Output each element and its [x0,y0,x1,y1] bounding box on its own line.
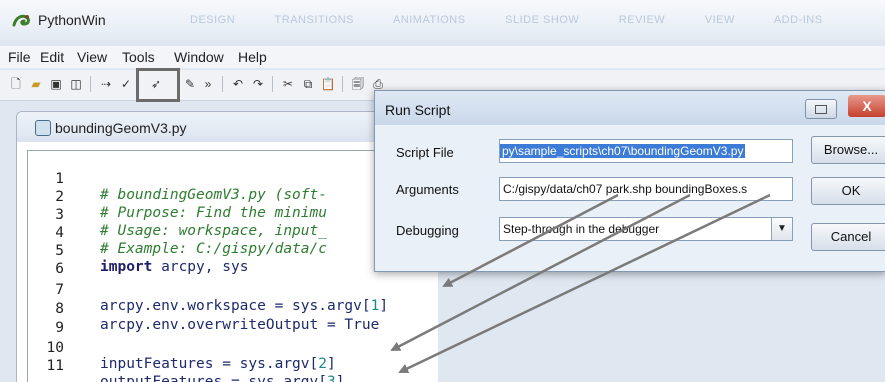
menu-tools[interactable]: Tools [122,49,155,65]
code-line: 11 outputFeatures = sys.argv[3] [28,342,438,382]
cut-icon[interactable]: ✂ [280,76,296,92]
print-preview-icon[interactable]: 🗐 [350,76,366,92]
ribbon-tabs-background: DESIGN TRANSITIONS ANIMATIONS SLIDE SHOW… [190,14,859,26]
arguments-value: C:/gispy/data/ch07 park.shp boundingBoxe… [503,182,748,196]
script-file-value: py\sample_scripts\ch07\boundingGeomV3.py [500,144,746,158]
ribbon-tab: ANIMATIONS [392,14,466,26]
dialog-title-bar: Run Script X [375,91,885,125]
ribbon-tab: REVIEW [618,14,666,26]
toolbar-separator [342,76,343,92]
chevron-down-icon[interactable]: ▼ [771,218,792,240]
arguments-input[interactable]: C:/gispy/data/ch07 park.shp boundingBoxe… [499,177,793,201]
title-bar: PythonWin DESIGN TRANSITIONS ANIMATIONS … [0,0,885,40]
line-number: 11 [46,358,64,374]
undo-icon[interactable]: ↶ [230,76,246,92]
toolbar-separator [272,76,273,92]
ribbon-tab: SLIDE SHOW [505,14,580,26]
code-text: ] [335,374,345,382]
script-file-input[interactable]: py\sample_scripts\ch07\boundingGeomV3.py [499,139,793,163]
ribbon-tab: TRANSITIONS [274,14,354,26]
browse-button[interactable]: Browse... [811,136,885,164]
dialog-title: Run Script [385,102,451,118]
menu-help[interactable]: Help [238,49,267,65]
step-icon[interactable]: » [200,76,216,92]
app-title: PythonWin [38,12,106,28]
save-icon[interactable]: ▣ [48,76,64,92]
run-button-highlight [136,68,180,102]
arguments-label: Arguments [396,182,459,197]
editor-filename: boundingGeomV3.py [55,120,187,136]
code-line: 9 [28,304,438,336]
copy-icon[interactable]: ⧉ [300,76,316,92]
pythonwin-window: PythonWin DESIGN TRANSITIONS ANIMATIONS … [0,0,885,382]
debugging-label: Debugging [396,223,459,238]
menu-bar: File Edit View Tools Window Help [0,46,885,68]
menu-file[interactable]: File [8,49,31,65]
open-folder-icon[interactable]: ▰ [28,76,44,92]
ribbon-tab: VIEW [704,14,735,26]
code-line: 8 arcpy.env.overwriteOutput = True [28,285,438,333]
toolbar-separator [90,76,91,92]
run-script-dialog: Run Script X Script File py\sample_scrip… [374,90,885,272]
debugging-value: Step-through in the debugger [503,222,660,236]
script-file-label: Script File [396,145,454,160]
code-line: 10 inputFeatures = sys.argv[2] [28,324,438,372]
menu-edit[interactable]: Edit [40,49,64,65]
debug-icon[interactable]: ✎ [182,76,198,92]
ribbon-tab: DESIGN [190,14,236,26]
code-number: 3 [326,374,336,382]
cancel-button[interactable]: Cancel [811,223,885,251]
python-file-icon [35,120,51,136]
menu-view[interactable]: View [77,49,107,65]
debugging-select[interactable]: Step-through in the debugger ▼ [499,217,793,241]
toolbar-separator [222,76,223,92]
python-snake-icon [12,14,30,27]
paste-icon[interactable]: 📋 [320,76,336,92]
code-text: outputFeatures = sys.argv[3] [100,374,344,382]
import-icon[interactable]: ⇢ [98,76,114,92]
redo-icon[interactable]: ↷ [250,76,266,92]
save-all-icon[interactable]: ◫ [68,76,84,92]
close-button[interactable]: X [848,95,885,117]
menu-window[interactable]: Window [174,49,224,65]
ok-button[interactable]: OK [811,177,885,205]
minimize-button[interactable] [805,99,837,119]
ribbon-tab: ADD-INS [773,14,823,26]
new-file-icon[interactable]: 🗋 [8,76,24,92]
check-icon[interactable]: ✓ [118,76,134,92]
code-text: outputFeatures = sys.argv[ [100,374,327,382]
